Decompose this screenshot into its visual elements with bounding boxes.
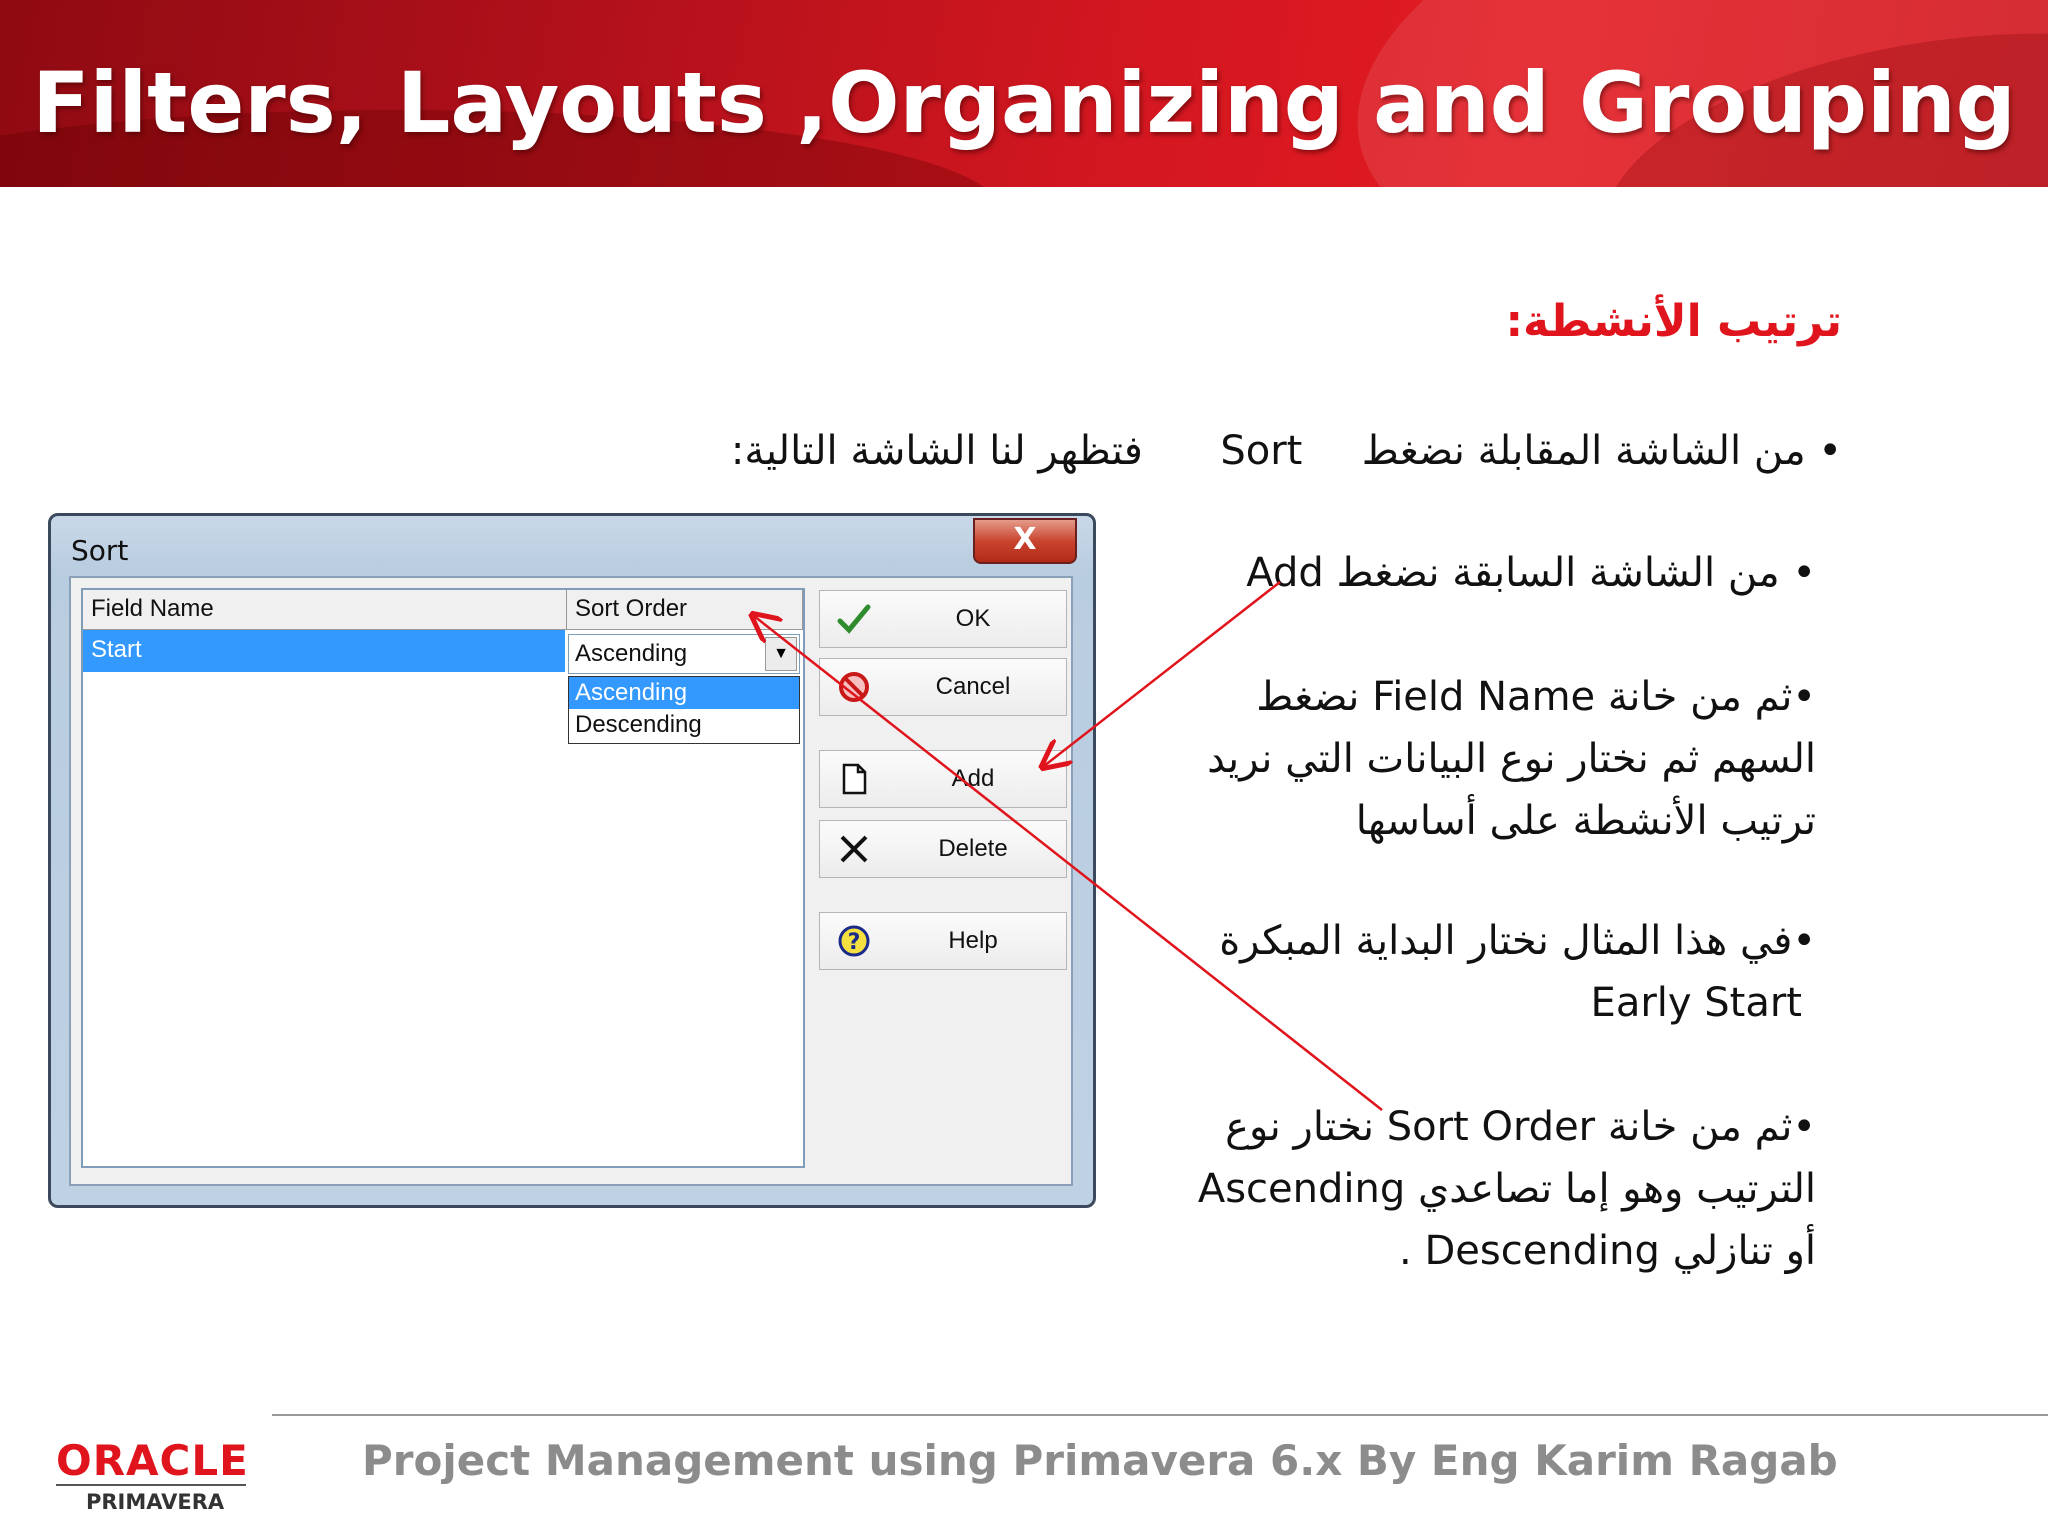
checkmark-icon [837,604,871,634]
bullet-order-line-1: ثم من خانة Sort Order نختار نوع [1225,1104,1793,1150]
sort-order-combo[interactable]: Ascending ▼ [568,634,800,674]
svg-text:?: ? [848,930,861,955]
bullet-order-line: ثم من خانة Sort Order نختار نوع [1164,1096,1816,1158]
bullet-field: ثم من خانة Field Name نضغط السهم ثم نختا… [1164,666,1816,852]
dropdown-arrow-button[interactable]: ▼ [765,637,797,671]
add-button[interactable]: Add [819,750,1067,808]
footer-text: Project Management using Primavera 6.x B… [362,1436,1838,1485]
footer-divider [272,1414,2048,1416]
close-button[interactable]: X [973,518,1077,564]
delete-button[interactable]: Delete [819,820,1067,878]
dialog-body: Field Name Sort Order Start Ascending ▼ … [69,576,1073,1186]
close-icon: X [1013,522,1037,557]
sort-order-dropdown: Ascending Descending [568,676,800,744]
bullet-field-line: السهم ثم نختار نوع البيانات التي نريد [1164,728,1816,790]
bullet-field-line-3: ترتيب الأنشطة على أساسها [1355,798,1816,844]
sort-dialog: Sort X Field Name Sort Order Start Ascen… [48,513,1096,1208]
column-header-sort-order[interactable]: Sort Order [567,590,803,630]
bullet-example-line-1: في هذا المثال نختار البداية المبكرة [1219,918,1793,964]
primavera-logo-text: PRIMAVERA [86,1490,225,1514]
section-heading: ترتيب الأنشطة: [1505,296,1842,347]
bullet-example-line-2: Early Start [1590,980,1802,1026]
option-ascending[interactable]: Ascending [569,677,799,709]
bullet-order-line: الترتيب وهو إما تصاعدي Ascending [1164,1158,1816,1220]
intro-text-b: فتظهر لنا الشاشة التالية: [730,428,1143,474]
intro-text-a: من الشاشة المقابلة نضغط [1361,428,1806,474]
option-descending[interactable]: Descending [569,709,799,741]
logo-divider [56,1484,246,1486]
chevron-down-icon: ▼ [773,645,789,662]
ok-button[interactable]: OK [819,590,1067,648]
bullet-order: ثم من خانة Sort Order نختار نوع الترتيب … [1164,1096,1816,1282]
intro-line: من الشاشة المقابلة نضغط Sort فتظهر لنا ا… [731,420,1842,482]
help-label: Help [948,927,998,954]
help-icon: ? [838,925,870,957]
sort-grid: Field Name Sort Order Start Ascending ▼ … [81,588,805,1168]
bullet-order-line-3: أو تنازلي Descending . [1399,1228,1816,1274]
add-label: Add [951,765,995,792]
cancel-icon [839,672,869,702]
bullet-add-text: من الشاشة السابقة نضغط Add [1246,550,1780,596]
delete-label: Delete [938,835,1008,862]
new-document-icon [842,763,867,795]
bullet-example: في هذا المثال نختار البداية المبكرة Earl… [1164,910,1816,1034]
delete-x-icon [840,835,868,863]
bullet-example-line: في هذا المثال نختار البداية المبكرة [1164,910,1816,972]
help-button[interactable]: ? Help [819,912,1067,970]
cancel-label: Cancel [935,673,1011,700]
cancel-button[interactable]: Cancel [819,658,1067,716]
dialog-title: Sort [71,534,129,567]
slide-title: Filters, Layouts ,Organizing and Groupin… [32,54,2016,152]
field-name-cell[interactable]: Start [83,630,565,672]
column-header-field-name[interactable]: Field Name [83,590,567,630]
bullet-order-line-2: الترتيب وهو إما تصاعدي Ascending [1197,1166,1816,1212]
bullet-field-line-1: ثم من خانة Field Name نضغط [1256,674,1793,720]
ok-label: OK [955,605,991,632]
bullet-add: من الشاشة السابقة نضغط Add [1246,542,1816,604]
sort-order-value: Ascending [575,640,688,667]
bullet-field-line: ثم من خانة Field Name نضغط [1164,666,1816,728]
oracle-logo: ORACLE [56,1436,249,1485]
intro-sort: Sort [1220,428,1303,474]
bullet-field-line-2: السهم ثم نختار نوع البيانات التي نريد [1207,736,1816,782]
